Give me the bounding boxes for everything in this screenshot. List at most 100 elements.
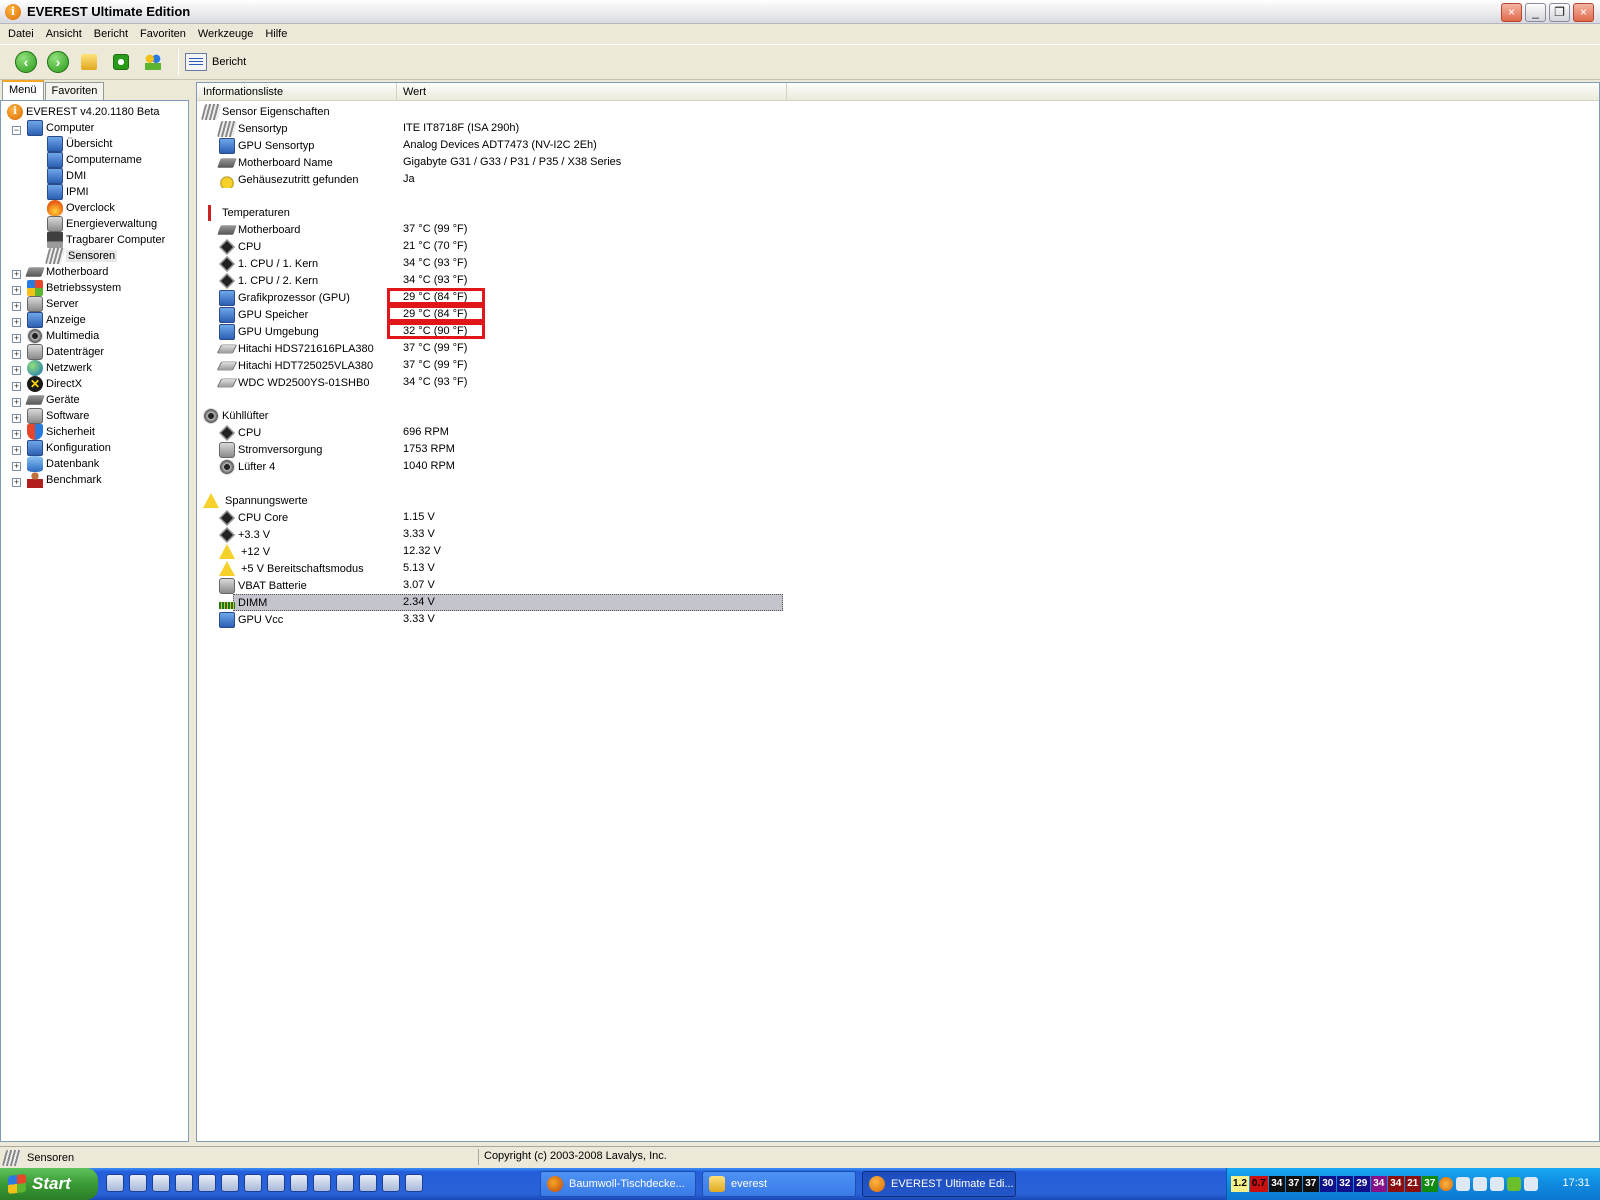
tray-sensor-value[interactable]: 37 [1302,1176,1319,1192]
tree-node-motherboard[interactable]: Motherboard [25,264,108,280]
list-item[interactable]: Hitachi HDT725025VLA380 [216,357,373,374]
list-item[interactable]: +5 V Bereitschaftsmodus [219,560,364,577]
quick-launch-icon[interactable] [175,1174,193,1192]
tray-app-icon[interactable] [1523,1177,1538,1191]
expand-toggle[interactable]: + [12,286,21,295]
expand-toggle[interactable]: + [12,366,21,375]
list-item[interactable]: Grafikprozessor (GPU) [219,289,350,306]
taskbar-item-everest-folder[interactable]: everest [702,1171,856,1197]
tree-node-geraete[interactable]: Geräte [25,392,80,408]
tray-sensor-value[interactable]: 34 [1268,1176,1285,1192]
expand-toggle[interactable]: + [12,270,21,279]
tray-sensor-value[interactable]: 37 [1285,1176,1302,1192]
refresh-button[interactable] [108,48,136,76]
tray-sensor-value[interactable]: 29 [1353,1176,1370,1192]
tree-node-uebersicht[interactable]: Übersicht [47,136,112,152]
up-button[interactable] [76,48,104,76]
expand-toggle[interactable]: + [12,318,21,327]
expand-toggle[interactable]: + [12,350,21,359]
nvidia-icon[interactable] [1506,1177,1521,1191]
list-item[interactable]: GPU Speicher [219,306,308,323]
expand-toggle[interactable]: + [12,462,21,471]
tray-sensor-value[interactable]: 21 [1404,1176,1421,1192]
menu-favoriten[interactable]: Favoriten [134,28,192,40]
forward-button[interactable]: › [44,48,72,76]
tree-node-dmi[interactable]: DMI [47,168,86,184]
tree-node-computername[interactable]: Computername [47,152,142,168]
quick-launch-icon[interactable] [313,1174,331,1192]
tree-node-directx[interactable]: ✕ DirectX [27,376,82,392]
quick-launch-icon[interactable] [336,1174,354,1192]
collapse-toggle[interactable]: − [12,126,21,135]
menu-hilfe[interactable]: Hilfe [259,28,293,40]
tree-node-benchmark[interactable]: Benchmark [27,472,102,488]
tree-node-ipmi[interactable]: IPMI [47,184,89,200]
expand-toggle[interactable]: + [12,334,21,343]
column-header-value[interactable]: Wert [397,83,787,101]
quick-launch-icon[interactable] [198,1174,216,1192]
restore-button[interactable]: ❐ [1549,3,1570,22]
list-item[interactable]: GPU Umgebung [219,323,319,340]
list-item[interactable]: DIMM [219,594,267,611]
tray-sensor-value[interactable]: 0.7 [1249,1176,1268,1192]
tab-menu[interactable]: Menü [2,80,44,100]
tree-node-tragbarer-computer[interactable]: Tragbarer Computer [47,232,165,248]
quick-launch-icon[interactable] [221,1174,239,1192]
quick-launch-icon[interactable] [405,1174,423,1192]
list-item[interactable]: 1. CPU / 2. Kern [219,272,318,289]
everest-info-icon[interactable]: i [5,3,21,20]
expand-toggle[interactable]: + [12,382,21,391]
quick-launch-icon[interactable] [267,1174,285,1192]
quick-launch-icon[interactable] [106,1174,124,1192]
taskbar-item-everest-app[interactable]: EVEREST Ultimate Edi... [862,1171,1016,1197]
list-item[interactable]: Lüfter 4 [219,458,275,475]
quick-launch-icon[interactable] [382,1174,400,1192]
tray-sensor-value[interactable]: 34 [1387,1176,1404,1192]
start-button[interactable]: Start [0,1168,98,1200]
quick-launch-icon[interactable] [290,1174,308,1192]
expand-toggle[interactable]: + [12,478,21,487]
tray-sensor-value[interactable]: 1.2 [1231,1176,1249,1192]
expand-toggle[interactable]: + [12,398,21,407]
list-item[interactable]: 1. CPU / 1. Kern [219,255,318,272]
tree-node-betriebssystem[interactable]: Betriebssystem [27,280,121,296]
tree-node-netzwerk[interactable]: Netzwerk [27,360,92,376]
menu-werkzeuge[interactable]: Werkzeuge [192,28,259,40]
list-item[interactable]: Sensortyp [216,120,288,137]
tree-node-multimedia[interactable]: Multimedia [27,328,99,344]
volume-icon[interactable] [1489,1177,1504,1191]
list-item[interactable]: Gehäusezutritt gefunden [219,171,358,188]
list-item[interactable]: +12 V [219,543,270,560]
expand-toggle[interactable]: + [12,430,21,439]
tray-sensor-value[interactable]: 30 [1319,1176,1336,1192]
tree-node-software[interactable]: Software [27,408,89,424]
tree-node-anzeige[interactable]: Anzeige [27,312,86,328]
tree-node-konfiguration[interactable]: Konfiguration [27,440,111,456]
taskbar-item-firefox[interactable]: Baumwoll-Tischdecke... [540,1171,696,1197]
tree-node-overclock[interactable]: Overclock [47,200,115,216]
list-item[interactable]: GPU Vcc [219,611,283,628]
menu-ansicht[interactable]: Ansicht [40,28,88,40]
list-item[interactable]: VBAT Batterie [219,577,307,594]
menu-datei[interactable]: Datei [2,28,40,40]
tree-node-energieverwaltung[interactable]: Energieverwaltung [47,216,157,232]
tree-node-server[interactable]: Server [27,296,78,312]
list-item[interactable]: WDC WD2500YS-01SHB0 [216,374,369,391]
tree-node-sensoren[interactable]: Sensoren [44,248,118,264]
report-button[interactable]: Bericht [185,53,246,71]
quick-launch-icon[interactable] [359,1174,377,1192]
list-item[interactable]: CPU Core [219,509,288,526]
list-item[interactable]: Hitachi HDS721616PLA380 [216,340,374,357]
quick-launch-icon[interactable] [129,1174,147,1192]
tree-node-datenbank[interactable]: Datenbank [27,456,99,472]
tree-node-datentraeger[interactable]: Datenträger [27,344,104,360]
network-icon[interactable] [1472,1177,1487,1191]
close-small-button[interactable]: × [1501,3,1522,22]
tree-node-sicherheit[interactable]: Sicherheit [27,424,95,440]
list-item[interactable]: GPU Sensortyp [219,137,314,154]
list-item[interactable]: Motherboard [217,221,300,238]
selected-row[interactable] [233,594,783,611]
minimize-button[interactable]: _ [1525,3,1546,22]
list-item[interactable]: CPU [219,424,261,441]
list-item[interactable]: Stromversorgung [219,441,322,458]
